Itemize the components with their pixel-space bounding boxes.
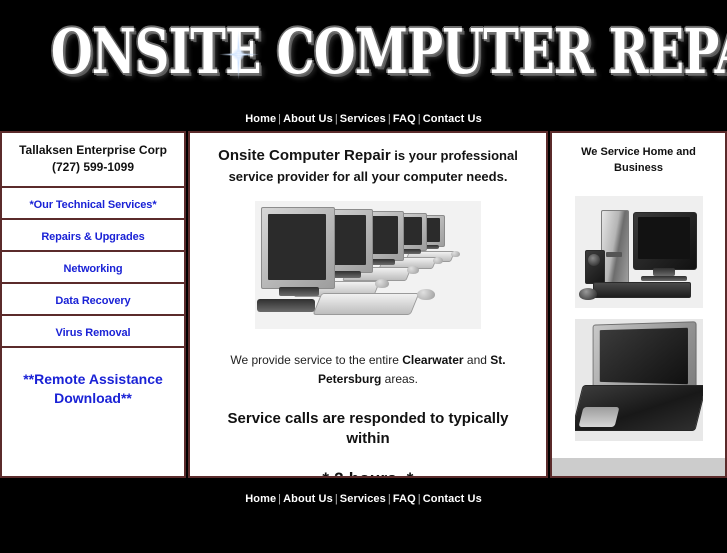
response-time-callout: Service calls are responded to typically… <box>227 410 509 447</box>
nav-separator: | <box>334 113 338 125</box>
row-of-desktop-computers-photo <box>255 201 481 329</box>
sidebar-item-repairs-upgrades[interactable]: Repairs & Upgrades <box>2 220 184 252</box>
sidebar-item-label[interactable]: Data Recovery <box>55 295 130 307</box>
footer-nav-item-faq[interactable]: FAQ <box>393 493 416 505</box>
site-title: ONSITE COMPUTER REPAIR <box>50 15 727 88</box>
sidebar-item-networking[interactable]: Networking <box>2 252 184 284</box>
sidebar-item-label[interactable]: Networking <box>64 263 123 275</box>
footer-nav-item-about-us[interactable]: About Us <box>283 493 333 505</box>
sidebar-item-technical-services[interactable]: *Our Technical Services* <box>2 188 184 220</box>
service-area-mid: and <box>463 353 491 367</box>
intro-brand-name: Onsite Computer Repair <box>218 147 391 164</box>
nav-item-about-us[interactable]: About Us <box>283 113 333 125</box>
footer-navigation: Home | About Us | Services | FAQ | Contact Us <box>0 478 727 506</box>
footer-nav-item-services[interactable]: Services <box>340 493 386 505</box>
right-heading-line-2: Business <box>614 162 663 174</box>
response-time-hours: * 2 hours. * <box>204 469 532 476</box>
service-area-text: We provide service to the entire Clearwa… <box>222 351 514 389</box>
sidebar-item-virus-removal[interactable]: Virus Removal <box>2 316 184 348</box>
remote-assistance-block[interactable]: **Remote Assistance Download** <box>2 348 184 476</box>
site-banner: ONSITE COMPUTER REPAIR <box>0 0 727 110</box>
nav-separator: | <box>387 113 391 125</box>
laptop-computer-photo <box>574 319 703 441</box>
right-sidebar: We Service Home and Business <box>550 131 727 478</box>
footer-nav-item-contact-us[interactable]: Contact Us <box>423 493 482 505</box>
three-column-layout: Tallaksen Enterprise Corp (727) 599-1099… <box>0 131 727 478</box>
nav-item-contact-us[interactable]: Contact Us <box>423 113 482 125</box>
footer-nav-item-home[interactable]: Home <box>245 493 276 505</box>
nav-separator: | <box>417 113 421 125</box>
page-body: Tallaksen Enterprise Corp (727) 599-1099… <box>0 129 727 478</box>
sidebar-item-label[interactable]: *Our Technical Services* <box>29 199 156 211</box>
desktop-computer-tower-photo <box>574 196 703 308</box>
remote-line-1: **Remote Assistance <box>23 371 163 387</box>
intro-paragraph: Onsite Computer Repair is your professio… <box>208 145 528 187</box>
service-area-post: areas. <box>381 372 419 386</box>
sidebar-item-label[interactable]: Repairs & Upgrades <box>41 231 144 243</box>
company-info-block: Tallaksen Enterprise Corp (727) 599-1099 <box>2 133 184 188</box>
sidebar-item-data-recovery[interactable]: Data Recovery <box>2 284 184 316</box>
site-footer: Home | About Us | Services | FAQ | Contact Us <box>0 478 727 553</box>
left-sidebar: Tallaksen Enterprise Corp (727) 599-1099… <box>0 131 186 478</box>
company-phone: (727) 599-1099 <box>51 160 135 174</box>
remote-line-2: Download** <box>54 390 132 406</box>
nav-item-faq[interactable]: FAQ <box>393 113 416 125</box>
right-sidebar-gray-band <box>552 458 725 476</box>
service-area-pre: We provide service to the entire <box>230 353 403 367</box>
nav-item-services[interactable]: Services <box>340 113 386 125</box>
nav-separator: | <box>387 493 391 505</box>
top-navigation: Home | About Us | Services | FAQ | Contact Us <box>0 110 727 129</box>
service-area-city-1: Clearwater <box>402 353 464 367</box>
main-content: Onsite Computer Repair is your professio… <box>188 131 548 478</box>
nav-separator: | <box>417 493 421 505</box>
right-sidebar-heading: We Service Home and Business <box>565 144 712 176</box>
remote-assistance-download-link[interactable]: **Remote Assistance Download** <box>23 370 163 408</box>
nav-item-home[interactable]: Home <box>245 113 276 125</box>
sidebar-item-label[interactable]: Virus Removal <box>56 327 131 339</box>
company-name: Tallaksen Enterprise Corp <box>19 143 167 157</box>
right-heading-line-1: We Service Home and <box>581 146 696 158</box>
nav-separator: | <box>334 493 338 505</box>
